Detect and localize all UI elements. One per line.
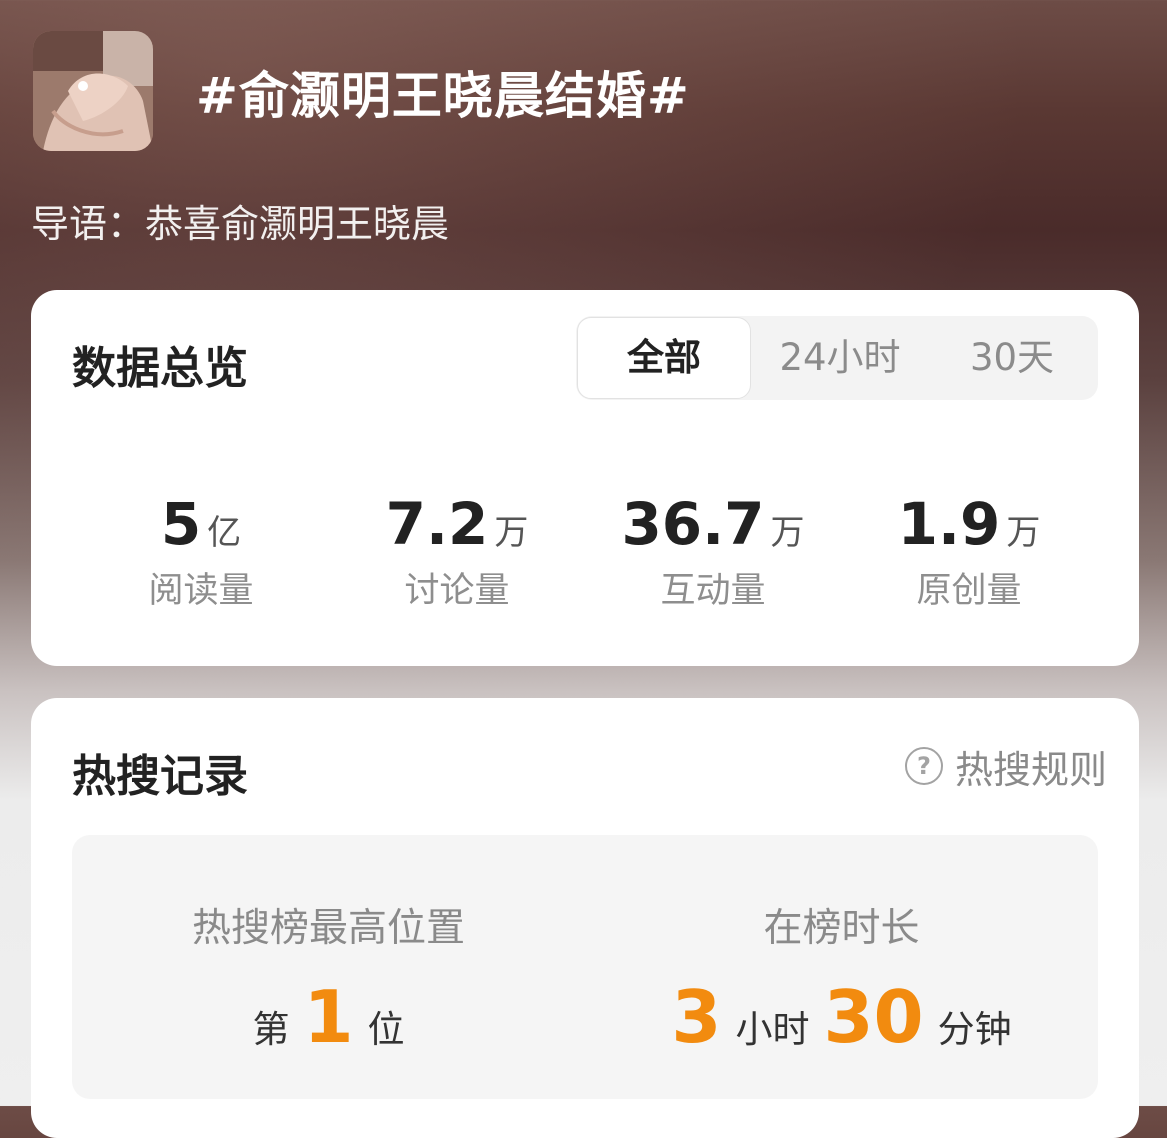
topic-avatar-image <box>33 31 153 151</box>
tab-30d[interactable]: 30天 <box>926 316 1098 400</box>
rules-label: 热搜规则 <box>954 747 1107 792</box>
duration-minutes: 30 <box>823 975 924 1059</box>
tab-all[interactable]: 全部 <box>577 317 751 399</box>
on-list-duration: 在榜时长 3 小时 30 分钟 <box>585 897 1098 1077</box>
help-circle-icon: ? <box>904 747 943 785</box>
duration-hours: 3 <box>671 975 722 1059</box>
topic-avatar[interactable] <box>33 31 153 151</box>
stat-label: 阅读量 <box>148 571 254 611</box>
duration-hours-unit: 小时 <box>735 1008 810 1051</box>
stat-unit: 万 <box>494 513 529 553</box>
stat-label: 讨论量 <box>404 571 510 611</box>
stat-value: 5 <box>160 490 202 558</box>
duration-label: 在榜时长 <box>763 906 920 951</box>
stat-label: 原创量 <box>916 571 1022 611</box>
data-overview-card: 数据总览 全部 24小时 30天 5亿 阅读量 7.2 万 讨论量 36.7 万 互… <box>31 290 1139 666</box>
stat-unit: 万 <box>770 513 805 553</box>
stat-reads: 5亿 阅读量 <box>81 490 321 613</box>
stat-value: 7.2 <box>385 490 489 558</box>
highest-position: 热搜榜最高位置 第1位 <box>72 897 585 1077</box>
hot-search-rules-link[interactable]: ? 热搜规则 <box>904 742 1107 792</box>
overview-title: 数据总览 <box>72 343 248 394</box>
stat-unit: 亿 <box>207 513 242 553</box>
position-suffix: 位 <box>367 1008 405 1051</box>
stat-interactions: 36.7 万 互动量 <box>593 490 833 613</box>
time-range-tabs: 全部 24小时 30天 <box>576 316 1098 400</box>
stat-unit: 万 <box>1006 513 1041 553</box>
hot-search-stats-box: 热搜榜最高位置 第1位 在榜时长 3 小时 30 分钟 <box>72 835 1098 1099</box>
position-prefix: 第 <box>252 1008 290 1051</box>
stat-value: 1.9 <box>897 490 1001 558</box>
stat-originals: 1.9 万 原创量 <box>849 490 1089 613</box>
stat-label: 互动量 <box>660 571 766 611</box>
stat-discussions: 7.2 万 讨论量 <box>337 490 577 613</box>
hot-search-title: 热搜记录 <box>72 751 248 802</box>
stat-value: 36.7 <box>621 490 765 558</box>
position-value: 1 <box>303 975 354 1059</box>
topic-intro: 导语：恭喜俞灏明王晓晨 <box>31 202 450 246</box>
duration-minutes-unit: 分钟 <box>937 1008 1012 1051</box>
topic-title: #俞灏明王晓晨结婚# <box>196 67 690 125</box>
highest-position-label: 热搜榜最高位置 <box>191 906 465 951</box>
hot-search-card: 热搜记录 ? 热搜规则 热搜榜最高位置 第1位 在榜时长 3 小时 30 分钟 <box>31 698 1139 1138</box>
tab-24h[interactable]: 24小时 <box>754 316 926 400</box>
